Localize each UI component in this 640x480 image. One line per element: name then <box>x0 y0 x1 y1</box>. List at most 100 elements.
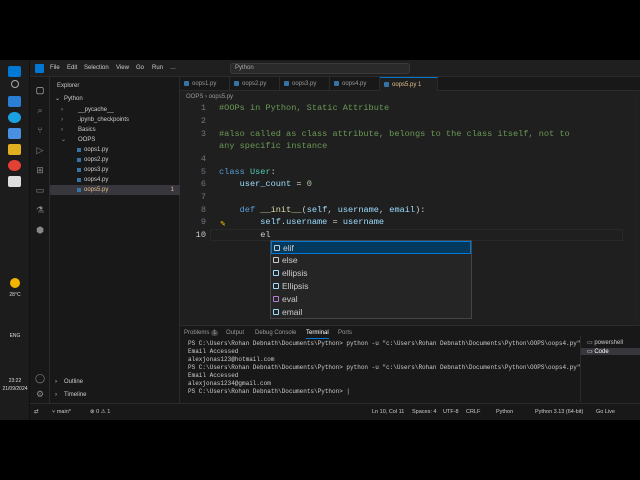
code-line[interactable]: el <box>219 229 270 241</box>
tab-oops2[interactable]: oops2.py <box>230 77 280 91</box>
line-ending[interactable]: CRLF <box>466 409 480 415</box>
timeline-label: Timeline <box>64 392 87 398</box>
edge-icon[interactable] <box>8 112 21 123</box>
remote-icon[interactable]: ▭ <box>35 185 45 195</box>
python-interpreter[interactable]: Python 3.13 (64-bit) <box>535 409 583 415</box>
menu-go[interactable]: Go <box>136 65 144 71</box>
go-live-button[interactable]: Go Live <box>596 409 615 415</box>
terminal-line[interactable]: alexjonas1234@gmail.com <box>188 380 271 388</box>
source-control-icon[interactable]: ⑂ <box>35 125 45 135</box>
extensions-icon[interactable]: ⊞ <box>35 165 45 175</box>
sidebar-item-ipynb-checkpoints[interactable]: › .ipynb_checkpoints <box>50 115 180 125</box>
tab-problems[interactable]: Problems 1 <box>184 330 219 336</box>
outline-section[interactable]: › Outline <box>50 377 180 387</box>
encoding[interactable]: UTF-8 <box>443 409 459 415</box>
code-line[interactable]: #also called as class attribute, belongs… <box>219 128 570 140</box>
problems-summary[interactable]: ⊗ 0 ⚠ 1 <box>90 409 110 415</box>
vscode-window: File Edit Selection View Go Run … Python… <box>30 60 640 420</box>
language-indicator[interactable]: ENG <box>0 333 30 339</box>
menu-more[interactable]: … <box>170 65 176 71</box>
menu-edit[interactable]: Edit <box>67 65 77 71</box>
sidebar-item-oops1[interactable]: oops1.py <box>50 145 180 155</box>
variable-icon <box>273 309 279 315</box>
variable-icon <box>273 283 279 289</box>
terminal-shell-item[interactable]: ▭ powershell <box>587 339 623 346</box>
terminal-shell-item[interactable]: ▭ Code <box>581 348 640 355</box>
code-line[interactable]: #OOPs in Python, Static Attribute <box>219 102 389 114</box>
sidebar-item-label: oops4.py <box>84 177 109 183</box>
tab-oops3[interactable]: oops3.py <box>280 77 330 91</box>
suggestion-item[interactable]: Ellipsis <box>271 280 471 293</box>
account-icon[interactable]: ◯ <box>35 373 45 383</box>
code-line[interactable]: class User: <box>219 166 276 178</box>
suggestion-item[interactable]: else <box>271 254 471 267</box>
terminal-line[interactable]: Email Accessed <box>188 372 238 380</box>
code-line[interactable]: self.username = username <box>219 216 384 228</box>
terminal-line[interactable]: PS C:\Users\Rohan Debnath\Documents\Pyth… <box>188 388 350 396</box>
remote-indicator-icon[interactable]: ⇄ <box>34 409 39 415</box>
tab-debug-console[interactable]: Debug Console <box>255 330 296 336</box>
menu-file[interactable]: File <box>50 65 60 71</box>
menu-view[interactable]: View <box>116 65 129 71</box>
terminal-line[interactable]: Email Accessed <box>188 348 238 356</box>
line-number: 9 <box>200 217 206 227</box>
python-file-icon <box>184 81 189 86</box>
code-line[interactable]: user_count = 0 <box>219 178 312 190</box>
explorer-icon[interactable] <box>8 144 21 155</box>
store-icon[interactable] <box>8 128 21 139</box>
command-center[interactable]: Python <box>230 63 410 74</box>
terminal-line[interactable]: PS C:\Users\Rohan Debnath\Documents\Pyth… <box>188 340 580 348</box>
cursor-position[interactable]: Ln 10, Col 11 <box>372 409 404 415</box>
sidebar-item-basics[interactable]: › Basics <box>50 125 180 135</box>
explorer-files-icon[interactable]: ▢ <box>35 85 45 95</box>
run-debug-icon[interactable]: ▷ <box>35 145 45 155</box>
tab-ports[interactable]: Ports <box>338 330 352 336</box>
code-line[interactable]: any specific instance <box>219 140 327 152</box>
language-mode[interactable]: Python <box>496 409 513 415</box>
timeline-section[interactable]: › Timeline <box>50 390 180 400</box>
weather-icon[interactable] <box>10 278 20 288</box>
code-line[interactable]: def __init__(self, username, email): <box>219 204 426 216</box>
tab-oops4[interactable]: oops4.py <box>330 77 380 91</box>
suggestion-item[interactable]: email <box>271 306 471 319</box>
tab-output[interactable]: Output <box>226 330 244 336</box>
sidebar-item-oops3[interactable]: oops3.py <box>50 165 180 175</box>
sidebar-item-oops5[interactable]: oops5.py 1 <box>50 185 180 195</box>
clock-time[interactable]: 23:22 <box>0 378 30 384</box>
menu-selection[interactable]: Selection <box>84 65 109 71</box>
suggestion-label: else <box>282 255 298 265</box>
settings-gear-icon[interactable]: ⚙ <box>35 389 45 399</box>
sidebar-item-oops[interactable]: ⌄ OOPS <box>50 135 180 145</box>
search-icon[interactable]: ⌕ <box>35 105 45 115</box>
sidebar-item-oops4[interactable]: oops4.py <box>50 175 180 185</box>
widgets-icon[interactable] <box>8 96 21 107</box>
app-icon[interactable] <box>8 176 21 187</box>
search-icon[interactable] <box>11 80 19 88</box>
chrome-icon[interactable] <box>8 160 21 171</box>
menu-run[interactable]: Run <box>152 65 163 71</box>
minimap-scrollbar[interactable] <box>633 91 639 325</box>
terminal-line[interactable]: PS C:\Users\Rohan Debnath\Documents\Pyth… <box>188 364 580 372</box>
chevron-right-icon: › <box>61 107 63 113</box>
testing-icon[interactable]: ⚗ <box>35 205 45 215</box>
tab-oops5[interactable]: oops5.py 1 <box>380 77 438 91</box>
tab-terminal[interactable]: Terminal <box>306 330 329 339</box>
clock-date[interactable]: 21/09/2024 <box>0 386 30 392</box>
sidebar-item-oops2[interactable]: oops2.py <box>50 155 180 165</box>
terminal-line[interactable]: alexjonas123@hotmail.com <box>188 356 274 364</box>
suggestion-item[interactable]: elif <box>271 241 471 254</box>
breadcrumb-file[interactable]: oops5.py <box>209 94 233 100</box>
tab-oops1[interactable]: oops1.py <box>180 77 230 91</box>
breadcrumb-folder[interactable]: OOPS <box>186 94 203 100</box>
vscode-taskbar-icon[interactable] <box>8 66 21 77</box>
python-icon[interactable]: ⬢ <box>35 225 45 235</box>
git-branch[interactable]: ⑂ main* <box>52 409 71 415</box>
suggestion-item[interactable]: ellipsis <box>271 267 471 280</box>
activity-bar: ▢ ⌕ ⑂ ▷ ⊞ ▭ ⚗ ⬢ ◯ ⚙ <box>30 77 50 403</box>
indentation[interactable]: Spaces: 4 <box>412 409 436 415</box>
sidebar-item-pycache[interactable]: › __pycache__ <box>50 105 180 115</box>
suggestion-item[interactable]: eval <box>271 293 471 306</box>
python-file-icon <box>77 158 81 162</box>
line-number: 3 <box>200 129 206 139</box>
root-folder[interactable]: ⌄ Python <box>50 94 180 104</box>
